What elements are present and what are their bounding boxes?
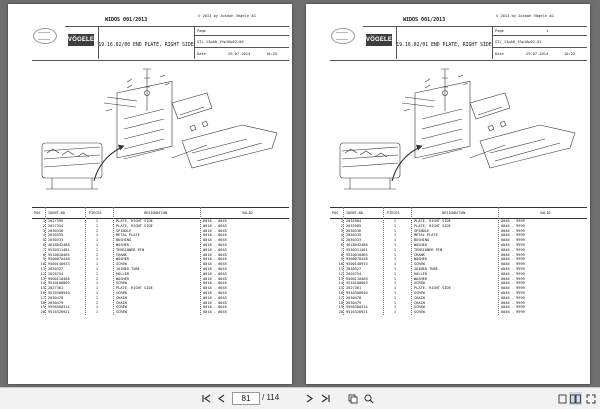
- two-page-view-button[interactable]: [569, 392, 582, 405]
- first-page-button[interactable]: [199, 392, 213, 405]
- parts-table-header: POS IDENT-NO PIECES DESIGNATION VALID: [330, 207, 587, 219]
- first-page-icon: [201, 394, 210, 403]
- part-title: 19.16.02/00 END PLATE, RIGHT SIDE: [98, 43, 194, 48]
- vogele-seal-logo: [331, 28, 355, 44]
- doc-ref: STL_13pAB_19p16p02-00: [197, 40, 244, 44]
- last-page-icon: [321, 394, 330, 403]
- th-pos: POS: [34, 211, 41, 215]
- th-valid: VALID: [540, 211, 551, 215]
- copyright: © 2013 by Joseph Vögele AG: [496, 14, 554, 18]
- table-row: 20 9516326921 1 SCREW 0046 - 9999: [330, 310, 587, 315]
- exploded-parts-drawing: [41, 68, 278, 190]
- doc-ref: STL_13pAB_19p16p02-01: [495, 40, 542, 44]
- prev-page-button[interactable]: [214, 392, 228, 405]
- pos-cell: 20: [338, 310, 343, 315]
- single-page-view-button[interactable]: [556, 392, 568, 405]
- copy-icon: [348, 394, 358, 403]
- find-button[interactable]: [362, 392, 376, 405]
- designation-cell: SCREW: [414, 310, 425, 315]
- part-title: 19.16.02/01 END PLATE, RIGHT SIDE: [396, 43, 492, 48]
- copyright: © 2013 by Joseph Vögele AG: [198, 14, 256, 18]
- th-ident: IDENT-NO: [48, 211, 65, 215]
- page-label: Page: [495, 29, 504, 33]
- next-page-button[interactable]: [302, 392, 316, 405]
- page-label: Page: [197, 29, 206, 33]
- ident-cell: 9516326921: [346, 310, 368, 315]
- date-label: Date: [495, 52, 504, 56]
- th-pieces: PIECES: [89, 211, 102, 215]
- valid-cell: 0018 - 0045: [203, 310, 227, 315]
- print-date: 29.07.2014: [228, 52, 251, 56]
- next-page-icon: [306, 394, 313, 403]
- two-page-icon: [570, 394, 581, 403]
- vogele-seal-logo: [33, 28, 57, 44]
- pieces-cell: 1: [95, 310, 98, 315]
- print-time: 10:25: [564, 52, 576, 56]
- search-icon: [364, 394, 374, 403]
- print-date: 29.07.2014: [526, 52, 549, 56]
- pos-cell: 20: [40, 310, 45, 315]
- designation-cell: SCREW: [116, 310, 127, 315]
- th-designation: DESIGNATION: [144, 211, 168, 215]
- print-time: 10:25: [266, 52, 278, 56]
- viewer-toolbar: 81 / 114: [0, 387, 600, 409]
- parts-table-body: 1 2027399 1 PLATE, RIGHT SIDE 0018 - 0045 2 20…: [32, 219, 289, 315]
- prev-page-icon: [217, 394, 224, 403]
- last-page-button[interactable]: [318, 392, 332, 405]
- doc-title: WIDOS 001/2013: [403, 17, 446, 23]
- th-pos: POS: [332, 211, 339, 215]
- single-page-icon: [558, 394, 566, 403]
- th-valid: VALID: [242, 211, 253, 215]
- table-row: 20 9516326921 1 SCREW 0018 - 0045: [32, 310, 289, 315]
- doc-title: WIDOS 001/2013: [105, 17, 148, 23]
- catalog-page-right: VÖGELE WIDOS 001/2013 © 2013 by Joseph V…: [306, 4, 590, 384]
- page-number: 1: [546, 29, 549, 33]
- copy-button[interactable]: [346, 392, 360, 405]
- page-number-input[interactable]: 81: [232, 392, 260, 405]
- vogele-logo: VÖGELE: [68, 34, 94, 46]
- ident-cell: 9516326921: [48, 310, 70, 315]
- valid-cell: 0046 - 9999: [501, 310, 525, 315]
- parts-table-header: POS IDENT-NO PIECES DESIGNATION VALID: [32, 207, 289, 219]
- catalog-page-left: VÖGELE WIDOS 001/2013 © 2013 by Joseph V…: [8, 4, 292, 384]
- vogele-logo: VÖGELE: [366, 34, 392, 46]
- parts-table-body: 1 2035984 1 PLATE, RIGHT SIDE 0046 - 9999 2 20…: [330, 219, 587, 315]
- fullscreen-button[interactable]: [584, 392, 597, 405]
- page-total: / 114: [262, 393, 280, 402]
- exploded-parts-drawing: [339, 68, 576, 190]
- th-ident: IDENT-NO: [346, 211, 363, 215]
- th-pieces: PIECES: [387, 211, 400, 215]
- th-designation: DESIGNATION: [442, 211, 466, 215]
- fullscreen-icon: [586, 394, 595, 403]
- pieces-cell: 1: [393, 310, 396, 315]
- date-label: Date: [197, 52, 206, 56]
